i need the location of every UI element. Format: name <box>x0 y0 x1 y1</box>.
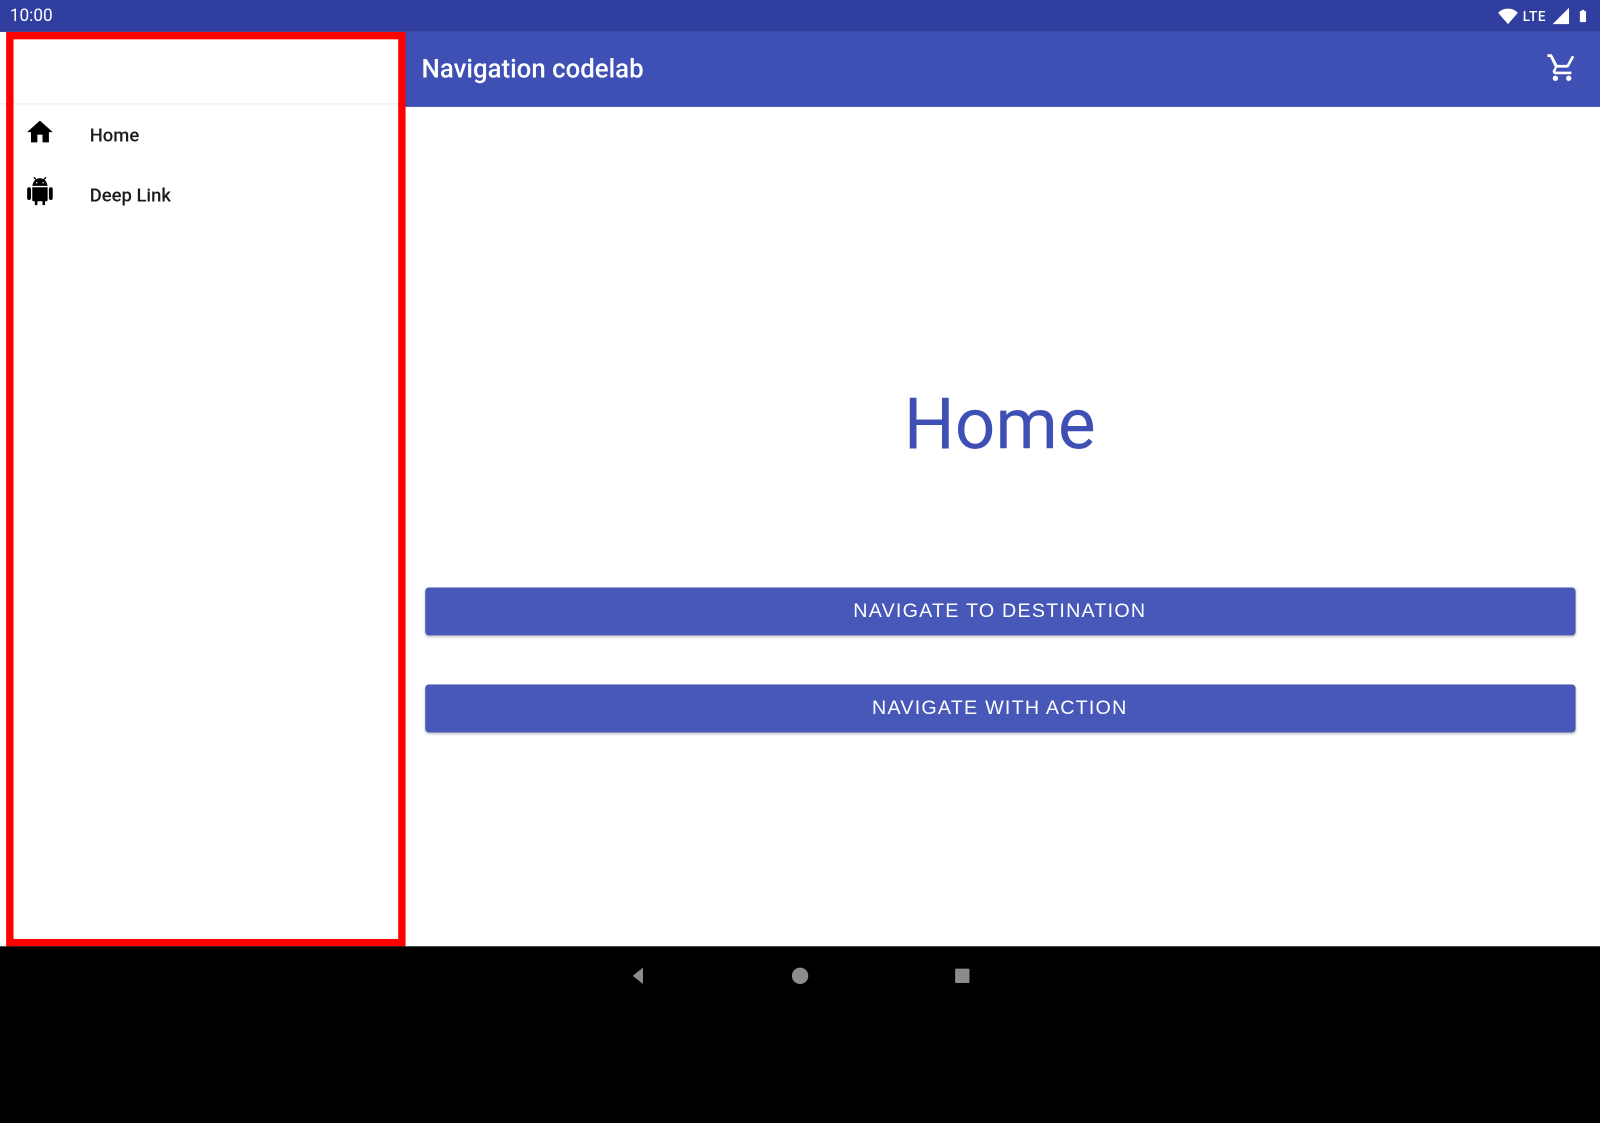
drawer-item-label: Deep Link <box>90 184 171 206</box>
page-heading: Home <box>904 383 1096 467</box>
drawer-item-label: Home <box>90 124 139 146</box>
navigation-drawer: Home Deep Link <box>0 32 399 946</box>
navigate-with-action-button[interactable]: NAVIGATE WITH ACTION <box>425 685 1575 733</box>
home-icon <box>25 117 56 153</box>
toolbar-title: Navigation codelab <box>422 55 644 84</box>
app-toolbar: Navigation codelab <box>399 32 1600 107</box>
drawer-item-deep-link[interactable]: Deep Link <box>0 165 399 225</box>
navigate-to-destination-button[interactable]: NAVIGATE TO DESTINATION <box>425 587 1575 635</box>
drawer-header <box>0 32 399 105</box>
status-time: 10:00 <box>10 6 53 26</box>
network-label: LTE <box>1523 8 1546 24</box>
back-icon[interactable] <box>626 963 651 992</box>
android-icon <box>25 177 56 213</box>
status-bar: 10:00 LTE <box>0 0 1600 32</box>
signal-icon <box>1551 6 1571 26</box>
content-area: Navigation codelab Home NAVIGATE TO DEST… <box>399 32 1600 946</box>
drawer-item-home[interactable]: Home <box>0 104 399 164</box>
cart-icon[interactable] <box>1546 51 1578 88</box>
wifi-icon <box>1498 6 1518 26</box>
recents-icon[interactable] <box>950 963 975 992</box>
home-nav-icon[interactable] <box>788 963 813 992</box>
system-nav-bar <box>0 946 1600 1009</box>
battery-icon <box>1576 5 1591 27</box>
